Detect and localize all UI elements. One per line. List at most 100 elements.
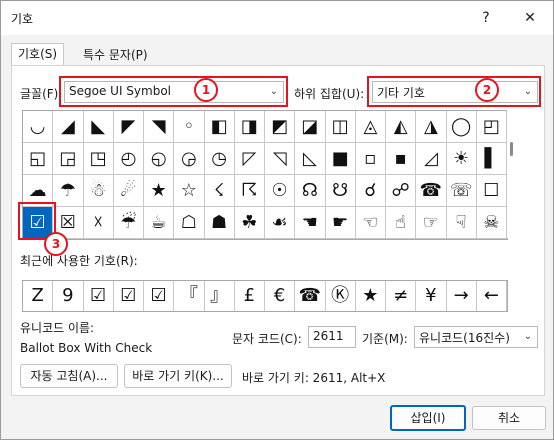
symbol-cell[interactable]: ◸: [234, 143, 265, 175]
recent-symbol-cell[interactable]: ≠: [386, 281, 417, 311]
symbol-cell[interactable]: ☏: [446, 175, 477, 207]
symbol-cell[interactable]: ☈: [234, 175, 265, 207]
symbol-cell[interactable]: ☌: [355, 175, 386, 207]
symbol-cell[interactable]: ◶: [174, 143, 205, 175]
symbol-cell[interactable]: ▌: [476, 143, 507, 175]
symbol-cell[interactable]: ☛: [325, 207, 356, 239]
symbol-cell[interactable]: ◢: [53, 111, 84, 143]
symbol-cell[interactable]: ◫: [325, 111, 356, 143]
symbol-cell[interactable]: ◴: [113, 143, 144, 175]
symbol-cell[interactable]: ☋: [325, 175, 356, 207]
symbol-cell[interactable]: ◣: [83, 111, 114, 143]
unicode-name-value: Ballot Box With Check: [20, 341, 153, 355]
symbol-cell[interactable]: ◱: [23, 143, 54, 175]
tab-symbols[interactable]: 기호(S): [11, 43, 65, 66]
recent-symbol-cell[interactable]: €: [265, 281, 296, 311]
symbol-cell[interactable]: ◹: [265, 143, 296, 175]
from-select[interactable]: 유니코드(16진수) ⌄: [414, 326, 538, 348]
symbol-cell[interactable]: ◰: [476, 111, 507, 143]
badge-2: 2: [475, 78, 499, 102]
symbol-cell[interactable]: ◧: [204, 111, 235, 143]
symbol-cell[interactable]: ☘: [234, 207, 265, 239]
symbol-cell[interactable]: ◬: [355, 111, 386, 143]
recent-symbol-cell[interactable]: 』: [205, 281, 235, 311]
shortcut-text: 바로 가기 키: 2611, Alt+X: [242, 371, 386, 385]
recent-symbol-cell[interactable]: ☑: [84, 281, 114, 311]
symbol-cell[interactable]: ☂: [53, 175, 84, 207]
symbol-cell[interactable]: ◡: [23, 111, 54, 143]
font-label: 글꼴(F):: [20, 87, 63, 101]
recent-symbol-cell[interactable]: Ⓚ: [326, 281, 356, 311]
symbol-cell[interactable]: ◲: [53, 143, 84, 175]
symbol-cell[interactable]: ☚: [295, 207, 326, 239]
symbol-cell[interactable]: ◵: [144, 143, 175, 175]
symbol-cell[interactable]: ☎: [416, 175, 447, 207]
symbol-cell[interactable]: ☇: [204, 175, 235, 207]
symbol-cell[interactable]: ◩: [265, 111, 296, 143]
symbol-cell[interactable]: ☖: [174, 207, 205, 239]
symbol-cell[interactable]: ☗: [204, 207, 235, 239]
symbol-cell[interactable]: ◤: [113, 111, 144, 143]
tab-special-characters[interactable]: 특수 문자(P): [77, 45, 154, 65]
symbol-cell[interactable]: ◭: [386, 111, 417, 143]
symbol-cell[interactable]: ◿: [416, 143, 447, 175]
symbol-cell[interactable]: ◳: [83, 143, 114, 175]
symbol-cell[interactable]: ■: [325, 143, 356, 175]
grid-scrollbar[interactable]: [507, 110, 517, 238]
symbol-cell[interactable]: ◺: [295, 143, 326, 175]
recent-symbol-cell[interactable]: ☑: [144, 281, 175, 311]
symbol-cell[interactable]: ☔: [113, 207, 144, 239]
symbol-cell[interactable]: ◮: [416, 111, 447, 143]
recent-symbol-cell[interactable]: ☑: [114, 281, 144, 311]
symbol-cell[interactable]: ☟: [446, 207, 477, 239]
symbol-cell[interactable]: ☄: [113, 175, 144, 207]
symbol-cell[interactable]: ☐: [476, 175, 507, 207]
recent-symbol-cell[interactable]: ☎: [295, 281, 326, 311]
insert-button[interactable]: 삽입(I): [390, 405, 466, 431]
badge-1: 1: [194, 78, 218, 102]
symbol-cell[interactable]: ★: [144, 175, 175, 207]
symbol-cell[interactable]: ☝: [386, 207, 417, 239]
symbol-cell[interactable]: ☕: [144, 207, 175, 239]
symbol-cell[interactable]: ☍: [386, 175, 417, 207]
recent-symbol-cell[interactable]: ★: [356, 281, 386, 311]
cancel-button[interactable]: 취소: [472, 406, 546, 430]
highlight-box-font: [59, 76, 288, 107]
symbol-cell[interactable]: ▪: [386, 143, 417, 175]
symbol-cell[interactable]: ◪: [295, 111, 326, 143]
from-label: 기준(M):: [362, 332, 408, 346]
symbols-panel: 글꼴(F): Segoe UI Symbol ⌄ 1 하위 집합(U): 기타 …: [11, 65, 545, 396]
char-code-input[interactable]: 2611: [308, 326, 356, 348]
symbol-dialog: 기호 ? ✕ 기호(S) 특수 문자(P) 글꼴(F): Segoe UI Sy…: [0, 0, 554, 440]
symbol-cell[interactable]: ☜: [355, 207, 386, 239]
symbol-cell[interactable]: ☆: [174, 175, 205, 207]
from-value: 유니코드(16진수): [419, 331, 510, 345]
symbol-cell[interactable]: ☀: [446, 143, 477, 175]
symbol-cell[interactable]: ☃: [83, 175, 114, 207]
symbol-cell[interactable]: ◨: [234, 111, 265, 143]
symbol-cell[interactable]: ◥: [144, 111, 175, 143]
symbol-cell[interactable]: ☉: [265, 175, 296, 207]
symbol-cell[interactable]: ☊: [295, 175, 326, 207]
symbol-cell[interactable]: ☠: [476, 207, 507, 239]
recent-symbol-cell[interactable]: →: [447, 281, 477, 311]
recent-symbol-cell[interactable]: £: [235, 281, 265, 311]
recent-symbol-cell[interactable]: 『: [174, 281, 205, 311]
chevron-down-icon[interactable]: ⌄: [519, 327, 537, 347]
symbol-cell[interactable]: ◦: [174, 111, 205, 143]
recent-symbol-cell[interactable]: Z: [23, 281, 54, 311]
recent-symbol-cell[interactable]: ←: [477, 281, 507, 311]
symbol-cell[interactable]: ▫: [355, 143, 386, 175]
recent-symbol-cell[interactable]: 9: [53, 281, 84, 311]
scrollbar-thumb[interactable]: [510, 142, 513, 156]
help-icon[interactable]: ?: [474, 7, 498, 29]
symbol-cell[interactable]: ☓: [83, 207, 114, 239]
symbol-cell[interactable]: ◯: [446, 111, 477, 143]
autocorrect-button[interactable]: 자동 고침(A)...: [20, 364, 118, 388]
symbol-cell[interactable]: ☙: [265, 207, 296, 239]
shortcut-key-button[interactable]: 바로 가기 키(K)...: [124, 364, 232, 388]
close-icon[interactable]: ✕: [518, 7, 542, 29]
symbol-cell[interactable]: ☞: [416, 207, 447, 239]
symbol-cell[interactable]: ◷: [204, 143, 235, 175]
recent-symbol-cell[interactable]: ¥: [416, 281, 447, 311]
